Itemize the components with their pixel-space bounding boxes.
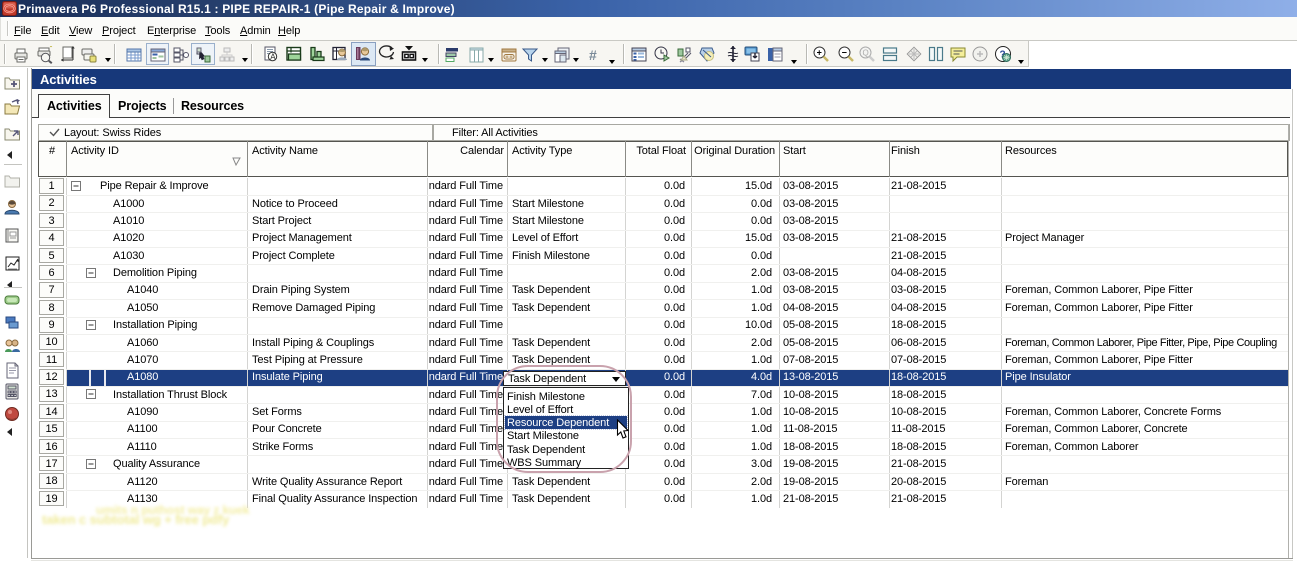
svg-text:A: A (270, 52, 276, 61)
svg-text:−: − (842, 48, 847, 58)
svg-text:Q: Q (863, 49, 869, 58)
svg-text:+: + (817, 48, 822, 58)
